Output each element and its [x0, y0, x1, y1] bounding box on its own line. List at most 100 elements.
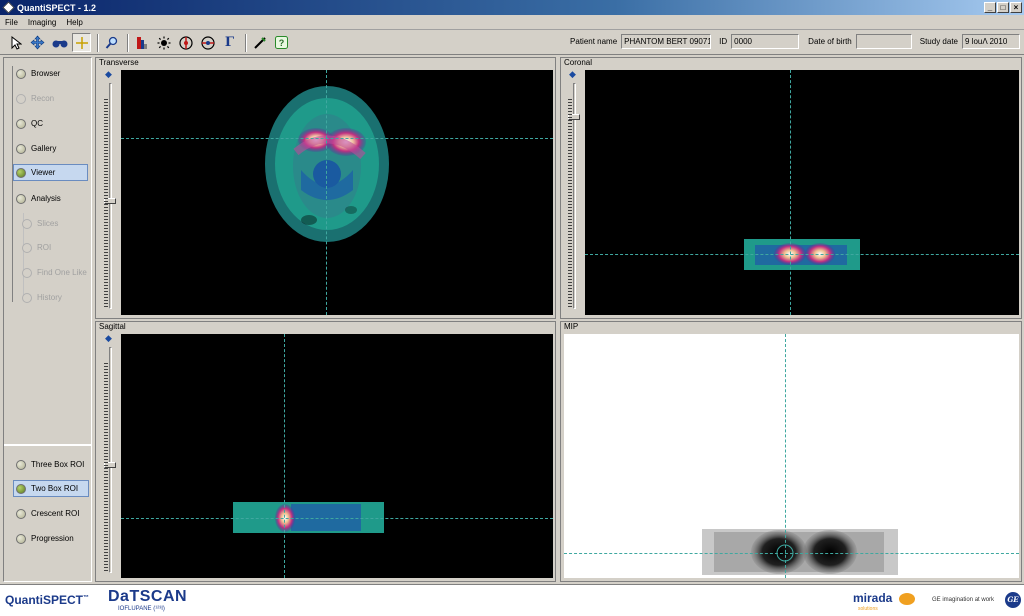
- status-dot-icon: [16, 533, 26, 544]
- help-icon[interactable]: ?: [272, 33, 291, 52]
- datscan-subtitle: IOFLUPANE (¹²³I): [118, 606, 165, 612]
- mirada-subtitle: solutions: [858, 606, 878, 612]
- slider-lock-icon[interactable]: ◆: [569, 69, 579, 79]
- patient-info: Patient name PHANTOM BERT 090710 ID 0000…: [570, 34, 1020, 49]
- roi-progression[interactable]: Progression: [14, 530, 88, 547]
- window-title: QuantiSPECT - 1.2: [17, 2, 97, 13]
- slider-lock-icon[interactable]: ◆: [105, 69, 115, 79]
- roi-tools-panel: Three Box ROI Two Box ROI Crescent ROI P…: [4, 444, 91, 581]
- status-dot-icon: [22, 267, 32, 278]
- status-dot-icon: [16, 508, 26, 519]
- toolbar-separator: [97, 33, 99, 52]
- minimize-button[interactable]: _: [984, 2, 996, 13]
- status-dot-icon: [16, 143, 26, 154]
- mirada-mark-icon: [899, 593, 915, 605]
- status-dot-icon: [16, 93, 26, 104]
- annotate-icon[interactable]: [250, 33, 269, 52]
- menu-bar: File Imaging Help: [0, 15, 1024, 30]
- viewport-title: Transverse: [99, 58, 139, 67]
- transverse-image[interactable]: [121, 70, 553, 315]
- crosshair-horizontal: [585, 254, 1019, 255]
- mirada-logo: mirada: [853, 591, 893, 605]
- nav-history[interactable]: History: [22, 289, 88, 306]
- menu-imaging[interactable]: Imaging: [28, 18, 56, 27]
- nav-slices[interactable]: Slices: [22, 215, 88, 232]
- slice-slider[interactable]: ◆: [103, 333, 117, 577]
- gamma-icon[interactable]: Γ: [220, 33, 239, 52]
- viewport-sagittal: Sagittal ◆: [95, 321, 556, 582]
- crosshair-vertical: [326, 70, 327, 315]
- crosshair-vertical: [790, 70, 791, 315]
- status-dot-icon: [16, 68, 26, 79]
- viewport-mip: MIP: [560, 321, 1022, 582]
- viewport-coronal: Coronal ◆: [560, 57, 1022, 319]
- pointer-icon[interactable]: [6, 33, 25, 52]
- status-dot-icon: [16, 118, 26, 129]
- app-icon: [2, 1, 15, 14]
- status-dot-icon: [22, 242, 32, 253]
- crosshair-horizontal: [121, 138, 553, 139]
- slice-slider[interactable]: ◆: [567, 69, 581, 313]
- left-panel: Browser Recon QC Gallery Viewer Analysis…: [3, 57, 92, 582]
- status-dot-icon: [16, 483, 26, 494]
- slider-track: [109, 83, 112, 309]
- svg-text:?: ?: [279, 38, 285, 48]
- footer-logos: QuantiSPECT™ DaTSCAN IOFLUPANE (¹²³I) mi…: [0, 584, 1024, 616]
- ge-logo-icon: GE: [1005, 592, 1021, 608]
- roi-crescent[interactable]: Crescent ROI: [14, 505, 88, 522]
- crosshair-horizontal: [121, 518, 553, 519]
- zoom-binoculars-icon[interactable]: [50, 33, 69, 52]
- patient-name-label: Patient name: [570, 37, 618, 46]
- maximize-button[interactable]: □: [997, 2, 1009, 13]
- close-button[interactable]: ×: [1010, 2, 1022, 13]
- study-date-field: 9 louΛ 2010: [962, 34, 1020, 49]
- window-controls: _ □ ×: [984, 2, 1022, 13]
- patient-name-field: PHANTOM BERT 090710: [621, 34, 712, 49]
- status-dot-icon: [22, 218, 32, 229]
- colormap-icon[interactable]: [132, 33, 151, 52]
- datscan-logo: DaTSCAN: [108, 588, 188, 605]
- title-bar: QuantiSPECT - 1.2 _ □ ×: [0, 0, 1024, 15]
- status-dot-icon: [22, 292, 32, 303]
- brightness-icon[interactable]: [154, 33, 173, 52]
- nav-gallery[interactable]: Gallery: [14, 140, 88, 157]
- crosshair-icon[interactable]: [72, 33, 91, 52]
- nav-recon[interactable]: Recon: [14, 90, 88, 107]
- crosshair-vertical: [785, 334, 786, 578]
- nav-find-one-like[interactable]: Find One Like: [22, 264, 90, 281]
- menu-file[interactable]: File: [5, 18, 18, 27]
- nav-roi[interactable]: ROI: [22, 239, 88, 256]
- nav-analysis[interactable]: Analysis: [14, 190, 88, 207]
- menu-help[interactable]: Help: [66, 18, 82, 27]
- roi-two-box[interactable]: Two Box ROI: [13, 480, 89, 497]
- slider-lock-icon[interactable]: ◆: [105, 333, 115, 343]
- toolbar-separator: [245, 33, 247, 52]
- patient-id-label: ID: [719, 37, 728, 46]
- workflow-tree: Browser Recon QC Gallery Viewer Analysis…: [4, 58, 91, 444]
- nav-browser[interactable]: Browser: [14, 65, 88, 82]
- sagittal-image[interactable]: [121, 334, 553, 578]
- viewport-transverse: Transverse ◆: [95, 57, 556, 319]
- ge-tagline: GE imagination at work: [932, 597, 995, 603]
- coronal-image[interactable]: [585, 70, 1019, 315]
- slice-slider[interactable]: ◆: [103, 69, 117, 313]
- gamma-glyph: Γ: [224, 35, 235, 50]
- status-dot-icon: [16, 167, 26, 178]
- roi-three-box[interactable]: Three Box ROI: [14, 456, 88, 473]
- rotate-icon[interactable]: [176, 33, 195, 52]
- viewport-title: Sagittal: [99, 322, 126, 331]
- slider-ticks: [104, 99, 108, 309]
- nav-viewer[interactable]: Viewer: [13, 164, 88, 181]
- crosshair-horizontal: [564, 553, 1019, 554]
- nav-qc[interactable]: QC: [14, 115, 88, 132]
- slider-ticks: [104, 363, 108, 573]
- status-dot-icon: [16, 459, 26, 470]
- toolbar: Γ ? Patient name PHANTOM BERT 090710 ID …: [0, 31, 1024, 55]
- magnifier-icon[interactable]: [102, 33, 121, 52]
- viewport-title: Coronal: [564, 58, 593, 67]
- dob-label: Date of birth: [808, 37, 852, 46]
- pan-icon[interactable]: [28, 33, 47, 52]
- mip-image[interactable]: [564, 334, 1019, 578]
- flip-icon[interactable]: [198, 33, 217, 52]
- status-dot-icon: [16, 193, 26, 204]
